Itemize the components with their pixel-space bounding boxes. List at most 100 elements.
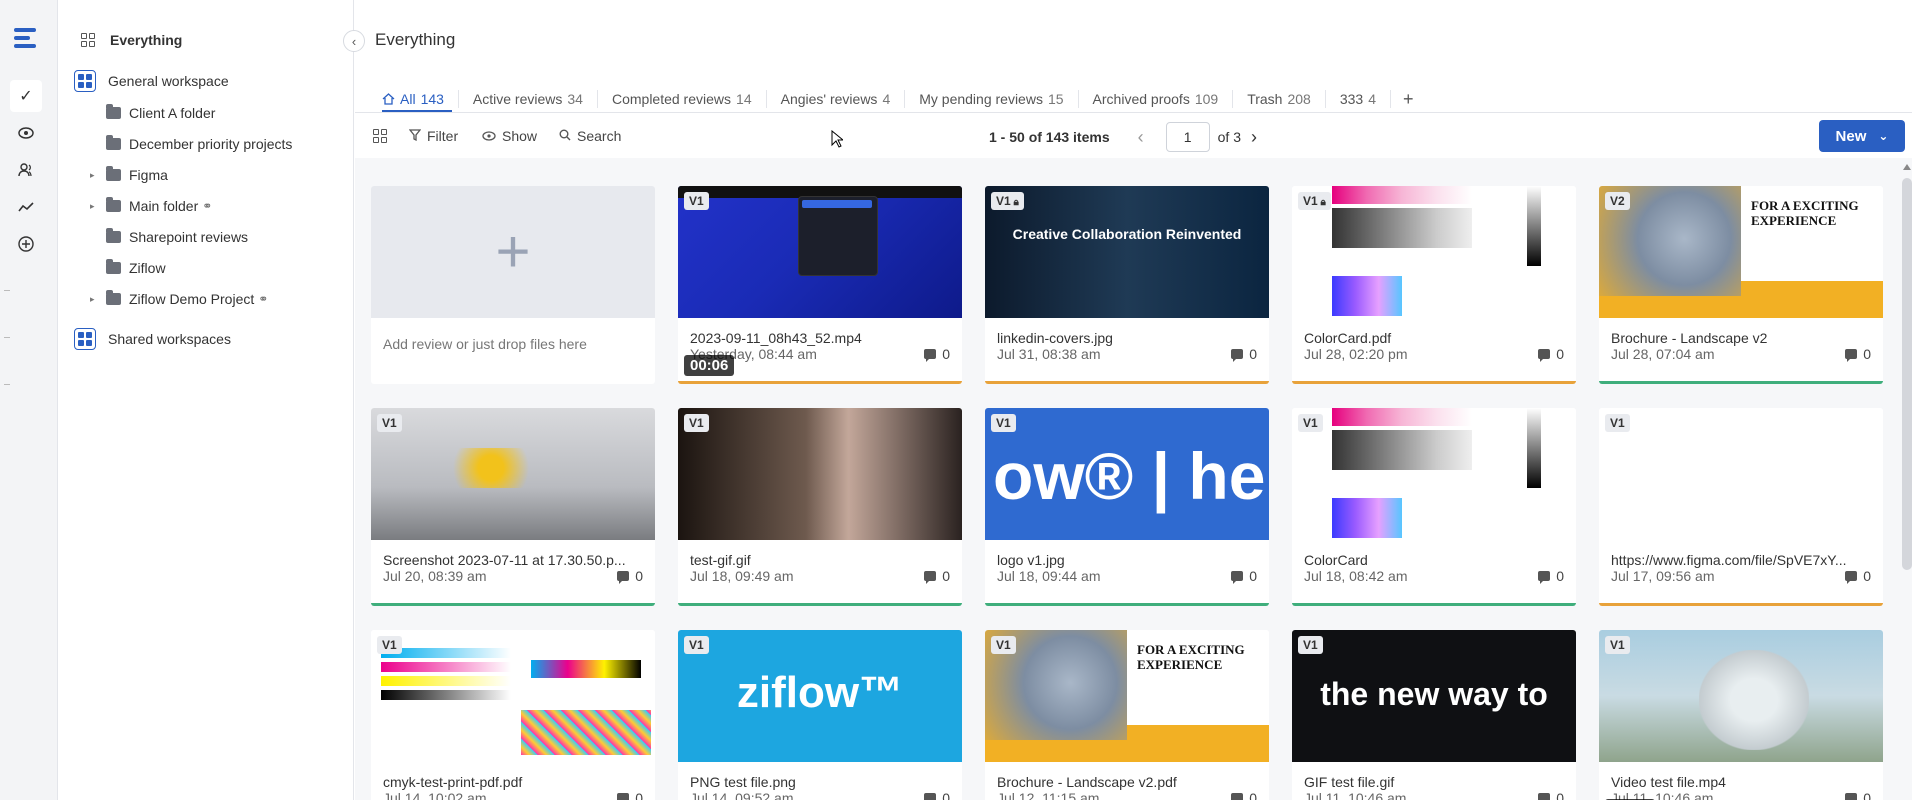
new-button[interactable]: New ⌄ <box>1819 120 1905 152</box>
proof-thumbnail[interactable]: the new way to <box>1292 630 1576 762</box>
proof-name[interactable]: 2023-09-11_08h43_52.mp4 <box>690 330 952 346</box>
proof-thumbnail[interactable] <box>1292 408 1576 540</box>
add-review-card[interactable]: + Add review or just drop files here <box>371 186 655 384</box>
comment-count[interactable]: 0 <box>1231 568 1257 584</box>
proof-name[interactable]: Screenshot 2023-07-11 at 17.30.50.p... <box>383 552 645 568</box>
proof-name[interactable]: ColorCard.pdf <box>1304 330 1566 346</box>
proof-name[interactable]: Brochure - Landscape v2 <box>1611 330 1873 346</box>
proof-card[interactable]: V1 cmyk-test-print-pdf.pdf Jul 14, 10:02 a… <box>371 630 655 800</box>
tab-all[interactable]: All 143 <box>382 90 459 108</box>
tab-active-reviews[interactable]: Active reviews 34 <box>459 90 598 108</box>
proof-card[interactable]: V100:30Video test file.mp4Jul 11, 10:46 … <box>1599 630 1883 800</box>
proof-name[interactable]: https://www.figma.com/file/SpVE7xY... <box>1611 552 1873 568</box>
proof-card[interactable]: ow® | he V1 logo v1.jpg Jul 18, 09:44 am 0 <box>985 408 1269 606</box>
sidebar-folder[interactable]: Client A folder <box>106 104 215 121</box>
proof-card[interactable]: V1 test-gif.gif Jul 18, 09:49 am 0 <box>678 408 962 606</box>
plus-circle-icon[interactable] <box>14 232 38 256</box>
proof-card[interactable]: FOR A EXCITING EXPERIENCE V2 Brochure - La… <box>1599 186 1883 384</box>
proof-thumbnail[interactable] <box>678 186 962 318</box>
proof-thumbnail[interactable]: FOR A EXCITING EXPERIENCE <box>985 630 1269 762</box>
comment-count[interactable]: 0 <box>1845 346 1871 362</box>
comment-count[interactable]: 0 <box>1845 790 1871 800</box>
proof-thumbnail[interactable]: ziflow™ <box>678 630 962 762</box>
proof-thumbnail[interactable]: FOR A EXCITING EXPERIENCE <box>1599 186 1883 318</box>
proof-thumbnail[interactable] <box>371 630 655 762</box>
tab-my-pending-reviews[interactable]: My pending reviews 15 <box>905 90 1079 108</box>
add-review-dropzone[interactable]: + <box>371 186 655 318</box>
proof-card[interactable]: V1 00:06 2023-09-11_08h43_52.mp4 Yesterday,… <box>678 186 962 384</box>
show-button[interactable]: Show <box>482 128 537 144</box>
expand-caret-icon[interactable]: ▸ <box>90 294 95 305</box>
proof-name[interactable]: test-gif.gif <box>690 552 952 568</box>
trend-icon[interactable] <box>14 195 38 219</box>
proof-thumbnail[interactable] <box>1599 408 1883 540</box>
comment-count[interactable]: 0 <box>924 790 950 800</box>
sidebar-item-everything[interactable]: Everything <box>78 30 182 50</box>
tab-archived-proofs[interactable]: Archived proofs 109 <box>1079 90 1234 108</box>
proof-thumbnail[interactable] <box>1599 630 1883 762</box>
comment-count[interactable]: 0 <box>1538 346 1564 362</box>
sidebar-item-shared-workspaces[interactable]: Shared workspaces <box>74 328 231 350</box>
comment-count[interactable]: 0 <box>924 568 950 584</box>
tab-completed-reviews[interactable]: Completed reviews 14 <box>598 90 767 108</box>
add-tab-icon[interactable]: + <box>1403 89 1414 110</box>
proof-thumbnail[interactable] <box>678 408 962 540</box>
expand-caret-icon[interactable]: ▸ <box>90 170 95 181</box>
proof-thumbnail[interactable] <box>1292 186 1576 318</box>
scroll-up-icon[interactable] <box>1903 164 1911 170</box>
sidebar-folder[interactable]: ▸ Ziflow Demo Project ⚭ <box>90 290 268 307</box>
comment-count[interactable]: 0 <box>617 568 643 584</box>
search-button[interactable]: Search <box>559 128 621 144</box>
comment-count[interactable]: 0 <box>924 346 950 362</box>
proof-name[interactable]: PNG test file.png <box>690 774 952 790</box>
page-input[interactable]: 1 <box>1165 122 1210 152</box>
proof-name[interactable]: logo v1.jpg <box>997 552 1259 568</box>
proof-name[interactable]: cmyk-test-print-pdf.pdf <box>383 774 645 790</box>
collapse-sidebar-button[interactable]: ‹ <box>343 30 365 52</box>
proof-name[interactable]: Video test file.mp4 <box>1611 774 1873 790</box>
tab-angies-reviews[interactable]: Angies' reviews 4 <box>767 90 906 108</box>
proof-card[interactable]: FOR A EXCITING EXPERIENCE V1 Brochure - La… <box>985 630 1269 800</box>
sidebar-folder[interactable]: ▸ Figma <box>90 166 168 183</box>
comment-count[interactable]: 0 <box>1231 790 1257 800</box>
sidebar-folder[interactable]: December priority projects <box>106 135 292 152</box>
eye-icon[interactable] <box>14 121 38 145</box>
comment-count[interactable]: 0 <box>1231 346 1257 362</box>
filter-button[interactable]: Filter <box>408 128 458 144</box>
people-icon[interactable] <box>14 158 38 182</box>
prev-page-icon[interactable]: ‹ <box>1138 127 1144 148</box>
expand-caret-icon[interactable]: ▸ <box>90 201 95 212</box>
sidebar-folder[interactable]: ▸ Main folder ⚭ <box>90 197 212 214</box>
check-icon[interactable]: ✓ <box>10 80 42 112</box>
proof-thumbnail[interactable] <box>371 408 655 540</box>
comment-count[interactable]: 0 <box>1845 568 1871 584</box>
proof-thumbnail[interactable]: Creative Collaboration Reinvented <box>985 186 1269 318</box>
proof-thumbnail[interactable]: ow® | he <box>985 408 1269 540</box>
workspace-icon <box>74 328 96 350</box>
ziflow-logo-icon[interactable] <box>14 28 38 52</box>
tab-count: 15 <box>1047 91 1064 107</box>
next-page-icon[interactable]: › <box>1251 127 1257 148</box>
comment-count[interactable]: 0 <box>1538 790 1564 800</box>
proof-card[interactable]: V1 Screenshot 2023-07-11 at 17.30.50.p...… <box>371 408 655 606</box>
proof-name[interactable]: linkedin-covers.jpg <box>997 330 1259 346</box>
home-icon <box>382 93 395 105</box>
proof-card[interactable]: V1 🔒︎ ColorCard.pdf Jul 28, 02:20 pm 0 <box>1292 186 1576 384</box>
proof-card[interactable]: Creative Collaboration Reinvented V1 🔒︎ li… <box>985 186 1269 384</box>
sidebar-item-general-workspace[interactable]: General workspace <box>74 70 229 92</box>
proof-name[interactable]: ColorCard <box>1304 552 1566 568</box>
scrollbar[interactable] <box>1902 178 1912 570</box>
comment-count[interactable]: 0 <box>1538 568 1564 584</box>
proof-card[interactable]: the new way to V1 GIF test file.gif Jul 11,… <box>1292 630 1576 800</box>
sidebar-folder[interactable]: Sharepoint reviews <box>106 228 248 245</box>
proof-name[interactable]: GIF test file.gif <box>1304 774 1566 790</box>
sidebar-folder[interactable]: Ziflow <box>106 259 166 276</box>
proof-card[interactable]: ziflow™ V1 PNG test file.png Jul 14, 09:52 … <box>678 630 962 800</box>
view-grid-icon[interactable] <box>373 129 387 143</box>
tab-trash[interactable]: Trash 208 <box>1233 90 1326 108</box>
proof-card[interactable]: V1 https://www.figma.com/file/SpVE7xY... J… <box>1599 408 1883 606</box>
proof-name[interactable]: Brochure - Landscape v2.pdf <box>997 774 1259 790</box>
tab-333[interactable]: 333 4 <box>1326 90 1391 108</box>
proof-card[interactable]: V1 ColorCard Jul 18, 08:42 am 0 <box>1292 408 1576 606</box>
comment-count[interactable]: 0 <box>617 790 643 800</box>
